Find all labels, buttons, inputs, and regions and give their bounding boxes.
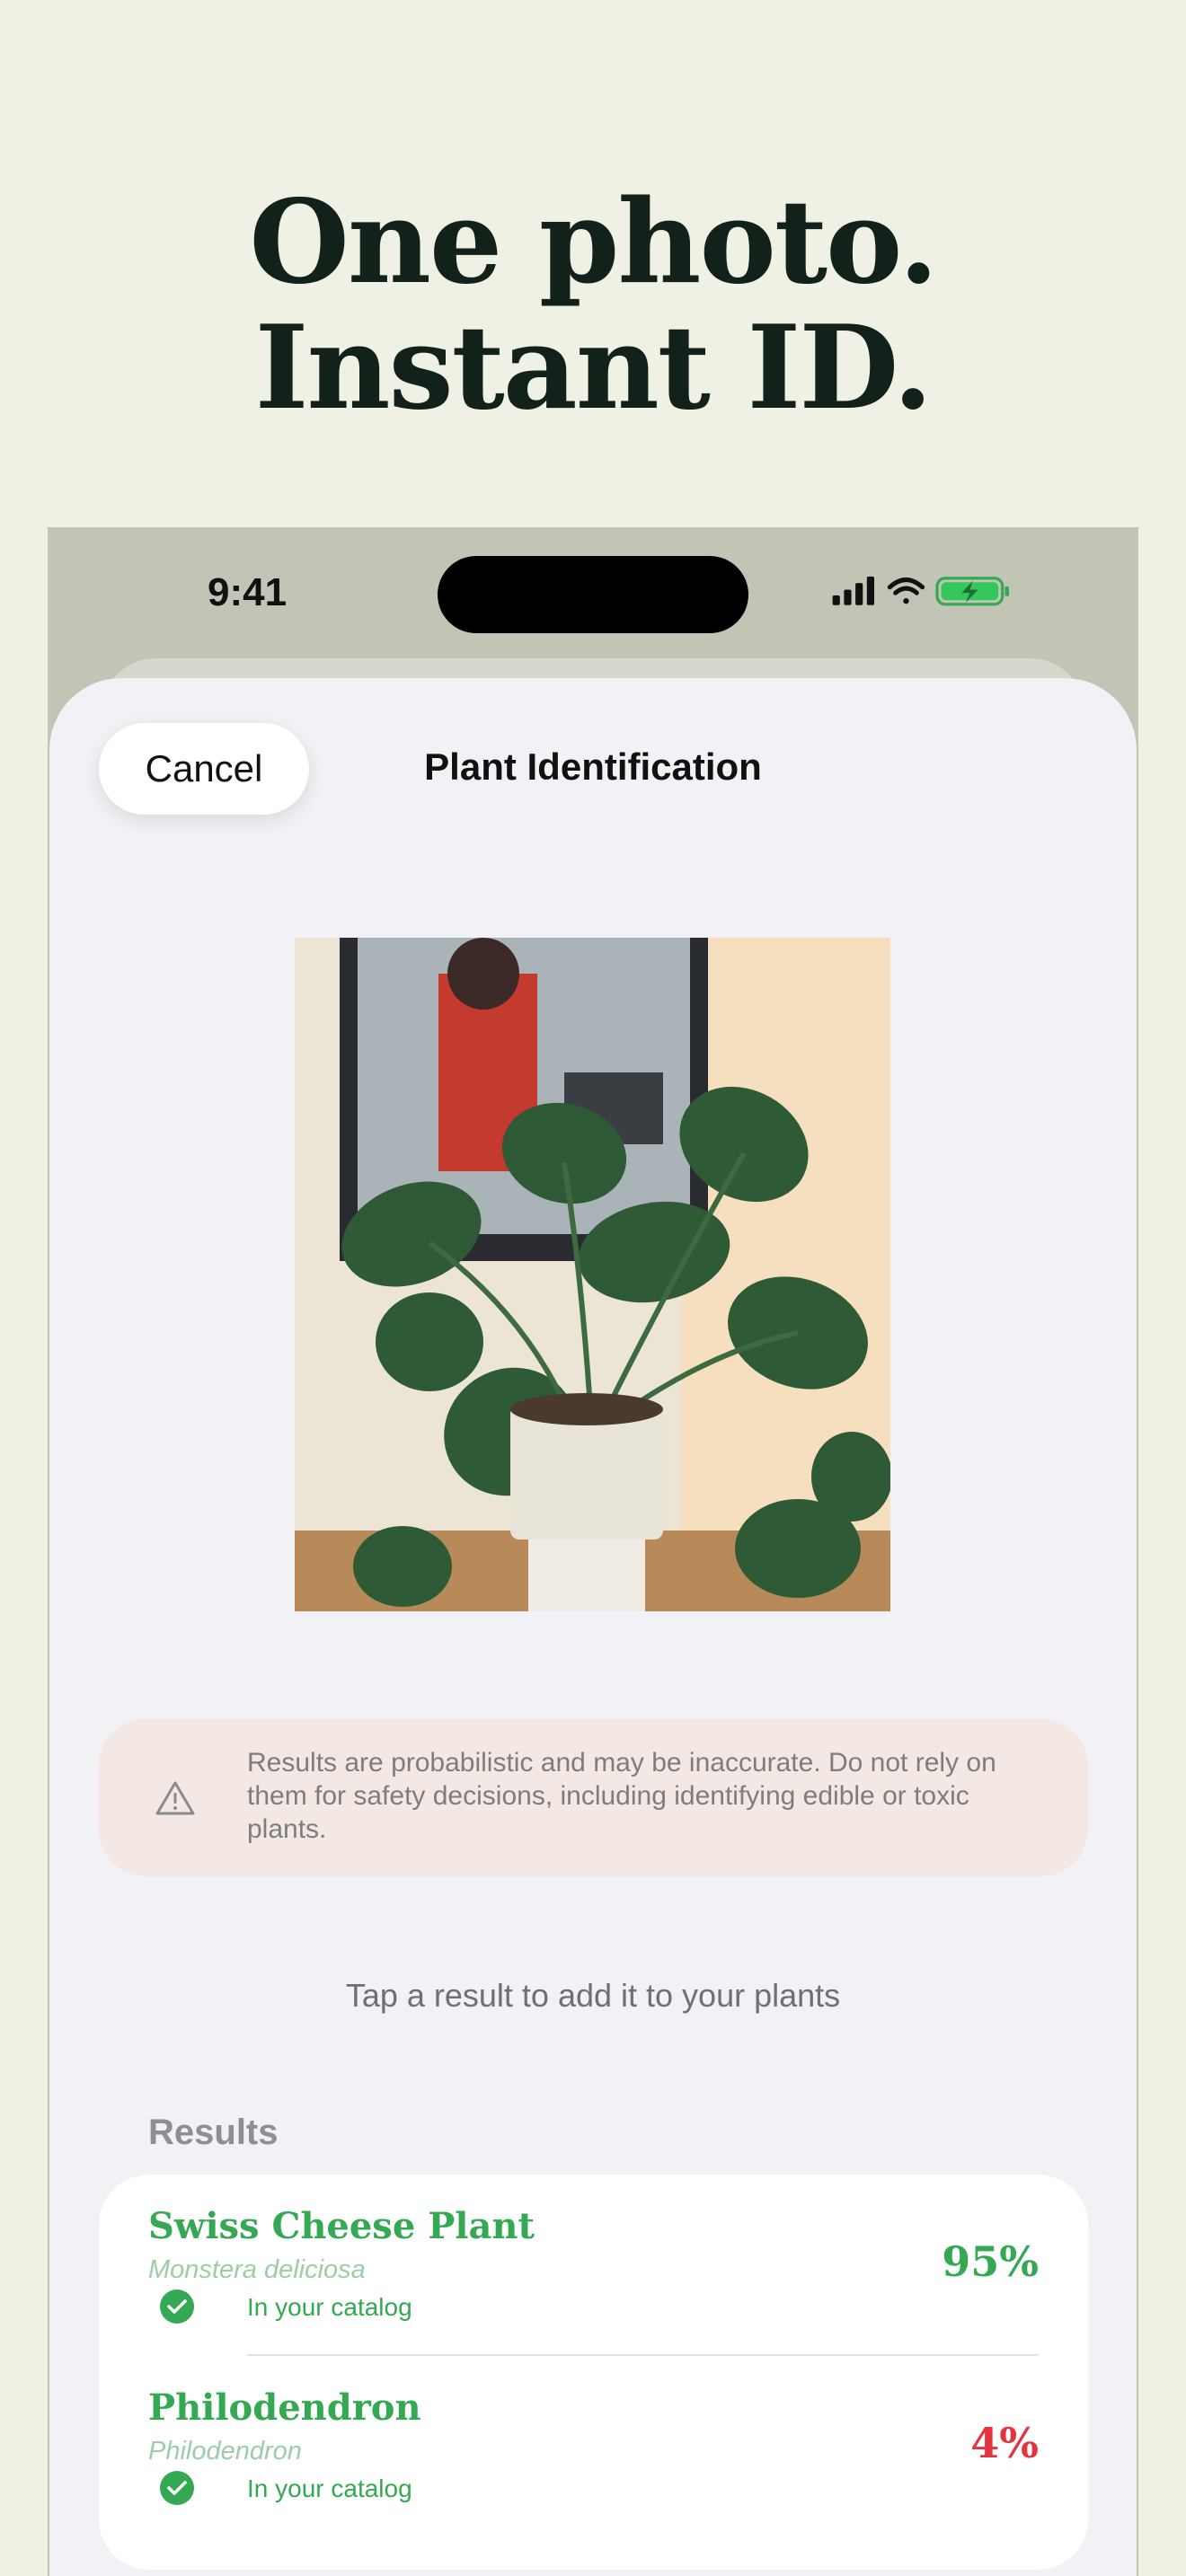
result-catalog-status: In your catalog [247, 2475, 412, 2502]
disclaimer-banner: Results are probabilistic and may be ina… [99, 1719, 1088, 1876]
results-list: Swiss Cheese Plant Monstera deliciosa In… [99, 2175, 1088, 2570]
result-confidence: 4% [970, 2419, 1039, 2467]
phone-screen: 9:41 Cancel Plant Identification Results… [48, 527, 1138, 2576]
checkmark-icon [160, 2471, 194, 2505]
result-common-name: Philodendron [148, 2386, 421, 2429]
identification-sheet: Cancel Plant Identification Results are … [49, 678, 1137, 2576]
result-row[interactable]: Philodendron Philodendron In your catalo… [99, 2356, 1088, 2536]
status-icons [832, 576, 1009, 606]
results-section-label: Results [148, 2113, 279, 2152]
headline: One photo. Instant ID. [0, 180, 1186, 431]
result-scientific-name: Philodendron [148, 2437, 302, 2466]
battery-charging-icon [935, 577, 1009, 606]
cellular-signal-icon [832, 576, 874, 605]
plant-photo [295, 938, 890, 1611]
warning-icon [155, 1781, 195, 1815]
result-scientific-name: Monstera deliciosa [148, 2255, 366, 2284]
sheet-title: Plant Identification [424, 745, 762, 788]
status-time: 9:41 [208, 570, 288, 614]
disclaimer-text: Results are probabilistic and may be ina… [247, 1748, 996, 1844]
wifi-icon [887, 578, 925, 604]
tap-hint: Tap a result to add it to your plants [345, 1977, 841, 2014]
result-confidence: 95% [942, 2237, 1039, 2286]
result-common-name: Swiss Cheese Plant [148, 2205, 535, 2247]
result-catalog-status: In your catalog [247, 2293, 412, 2321]
dynamic-island [438, 556, 748, 633]
headline-line-1: One photo. [249, 175, 938, 310]
headline-line-2: Instant ID. [254, 301, 934, 436]
result-row[interactable]: Swiss Cheese Plant Monstera deliciosa In… [99, 2175, 1088, 2356]
checkmark-icon [160, 2289, 194, 2324]
